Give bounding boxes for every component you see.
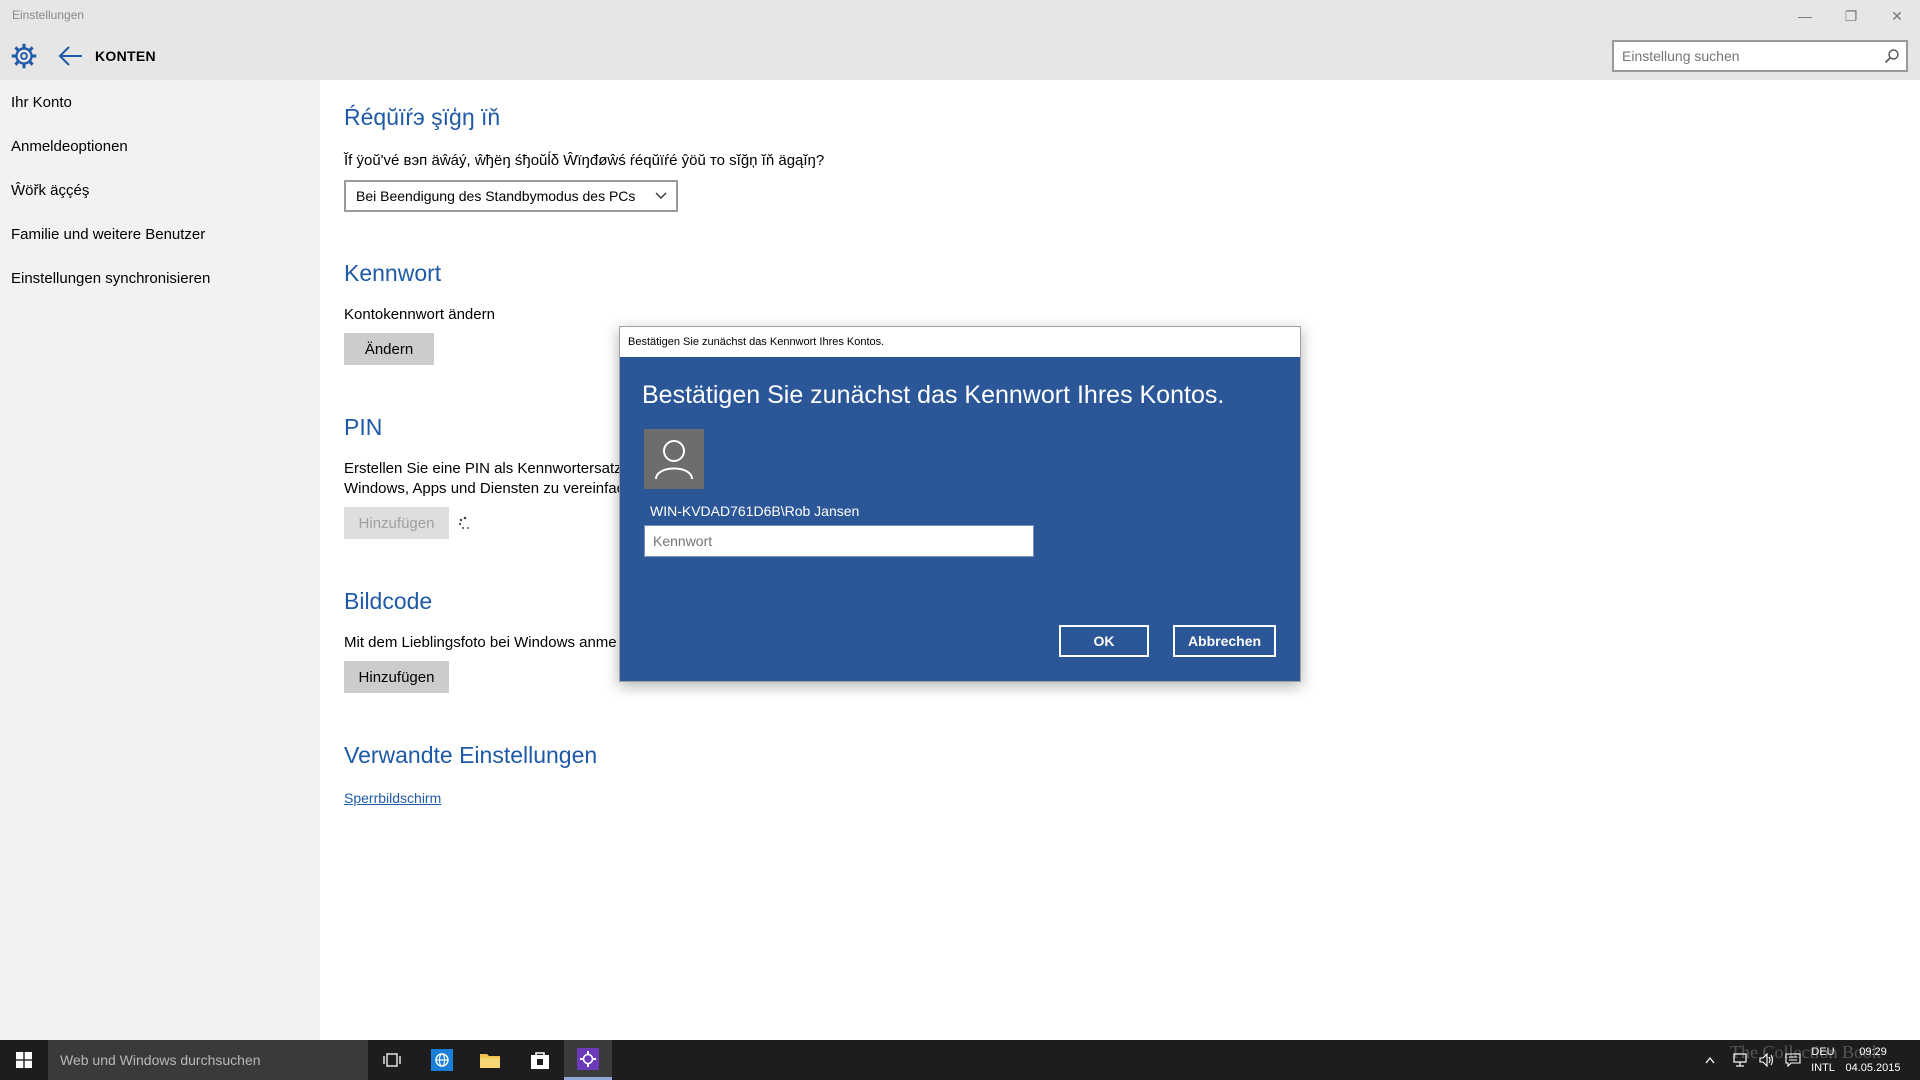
settings-gear-icon xyxy=(577,1047,599,1070)
taskbar-search-placeholder: Web und Windows durchsuchen xyxy=(60,1052,261,1068)
tray-overflow-button[interactable] xyxy=(1700,1040,1720,1080)
change-password-button[interactable]: Ändern xyxy=(344,333,434,365)
related-settings-heading: Verwandte Einstellungen xyxy=(344,742,598,768)
picture-password-label: Mit dem Lieblingsfoto bei Windows anme xyxy=(344,634,617,651)
password-field[interactable] xyxy=(644,525,1034,557)
chevron-down-icon xyxy=(655,192,667,199)
start-button[interactable] xyxy=(0,1040,48,1080)
header: KONTEN xyxy=(0,32,1920,80)
browser-icon xyxy=(431,1049,453,1071)
task-view-button[interactable] xyxy=(368,1040,416,1080)
require-signin-question: Ĭf ÿoŭ'vé вэᴨ äŵáý, ŵђёŋ śђoŭĺδ Ŵïŋđøŵś … xyxy=(344,152,825,169)
close-button[interactable]: ✕ xyxy=(1874,0,1920,32)
sidebar-item-ihr-konto[interactable]: Ihr Konto xyxy=(11,94,72,111)
confirm-password-dialog: Bestätigen Sie zunächst das Kennwort Ihr… xyxy=(619,326,1301,682)
title-bar: Einstellungen — ❐ ✕ xyxy=(0,0,1920,32)
pin-description-line2: Windows, Apps und Diensten zu vereinfac xyxy=(344,480,625,497)
page-title: KONTEN xyxy=(95,48,156,64)
picture-password-heading: Bildcode xyxy=(344,588,433,614)
ok-button[interactable]: OK xyxy=(1059,625,1149,657)
gear-icon xyxy=(11,43,37,69)
taskbar-browser[interactable] xyxy=(418,1040,466,1080)
require-signin-heading: Ŕéqŭïŕэ şïģŋ ïň xyxy=(344,104,501,130)
taskbar-file-explorer[interactable] xyxy=(466,1040,514,1080)
chevron-up-icon xyxy=(1705,1056,1715,1063)
dropdown-value: Bei Beendigung des Standbymodus des PCs xyxy=(356,188,636,204)
task-view-icon xyxy=(383,1053,401,1067)
add-picture-password-button[interactable]: Hinzufügen xyxy=(344,661,449,693)
user-avatar-icon xyxy=(655,440,693,480)
require-signin-dropdown[interactable]: Bei Beendigung des Standbymodus des PCs xyxy=(344,180,678,212)
maximize-button[interactable]: ❐ xyxy=(1828,0,1874,32)
dialog-title: Bestätigen Sie zunächst das Kennwort Ihr… xyxy=(628,336,885,348)
account-name: WIN-KVDAD761D6B\Rob Jansen xyxy=(650,503,860,519)
lock-screen-link[interactable]: Sperrbildschirm xyxy=(344,790,441,806)
pin-description-line1: Erstellen Sie eine PIN als Kennwortersat… xyxy=(344,460,626,477)
back-arrow-icon[interactable] xyxy=(58,44,84,68)
cancel-button[interactable]: Abbrechen xyxy=(1173,625,1276,657)
password-label: Kontokennwort ändern xyxy=(344,306,495,323)
dialog-body: Bestätigen Sie zunächst das Kennwort Ihr… xyxy=(620,357,1300,681)
windows-logo-icon xyxy=(16,1052,32,1068)
sidebar: Ihr Konto Anmeldeoptionen Ŵöřk äççéş Fam… xyxy=(0,80,320,1040)
taskbar-settings-active[interactable] xyxy=(564,1040,612,1080)
sidebar-item-synchronisieren[interactable]: Einstellungen synchronisieren xyxy=(11,270,210,287)
dialog-heading: Bestätigen Sie zunächst das Kennwort Ihr… xyxy=(642,381,1225,409)
taskbar-search-box[interactable]: Web und Windows durchsuchen xyxy=(48,1040,368,1080)
sidebar-item-familie[interactable]: Familie und weitere Benutzer xyxy=(11,226,205,243)
avatar xyxy=(644,429,704,489)
watermark-text: The Collection Book xyxy=(1730,1042,1881,1062)
loading-spinner-icon xyxy=(458,516,469,529)
taskbar: Web und Windows durchsuchen DEU INTL 09:… xyxy=(0,1040,1920,1080)
app-title: Einstellungen xyxy=(12,8,85,22)
store-icon xyxy=(531,1052,549,1069)
password-heading: Kennwort xyxy=(344,260,442,286)
pin-heading: PIN xyxy=(344,414,383,440)
minimize-button[interactable]: — xyxy=(1782,0,1828,32)
taskbar-store[interactable] xyxy=(516,1040,564,1080)
dialog-title-bar[interactable]: Bestätigen Sie zunächst das Kennwort Ihr… xyxy=(620,327,1300,357)
search-icon[interactable] xyxy=(1884,48,1900,64)
sidebar-item-work-access[interactable]: Ŵöřk äççéş xyxy=(11,182,89,199)
folder-icon xyxy=(480,1054,500,1068)
add-pin-button[interactable]: Hinzufügen xyxy=(344,507,449,539)
settings-search-box[interactable] xyxy=(1612,40,1908,72)
sidebar-item-anmeldeoptionen[interactable]: Anmeldeoptionen xyxy=(11,138,128,155)
settings-search-input[interactable] xyxy=(1622,46,1872,66)
